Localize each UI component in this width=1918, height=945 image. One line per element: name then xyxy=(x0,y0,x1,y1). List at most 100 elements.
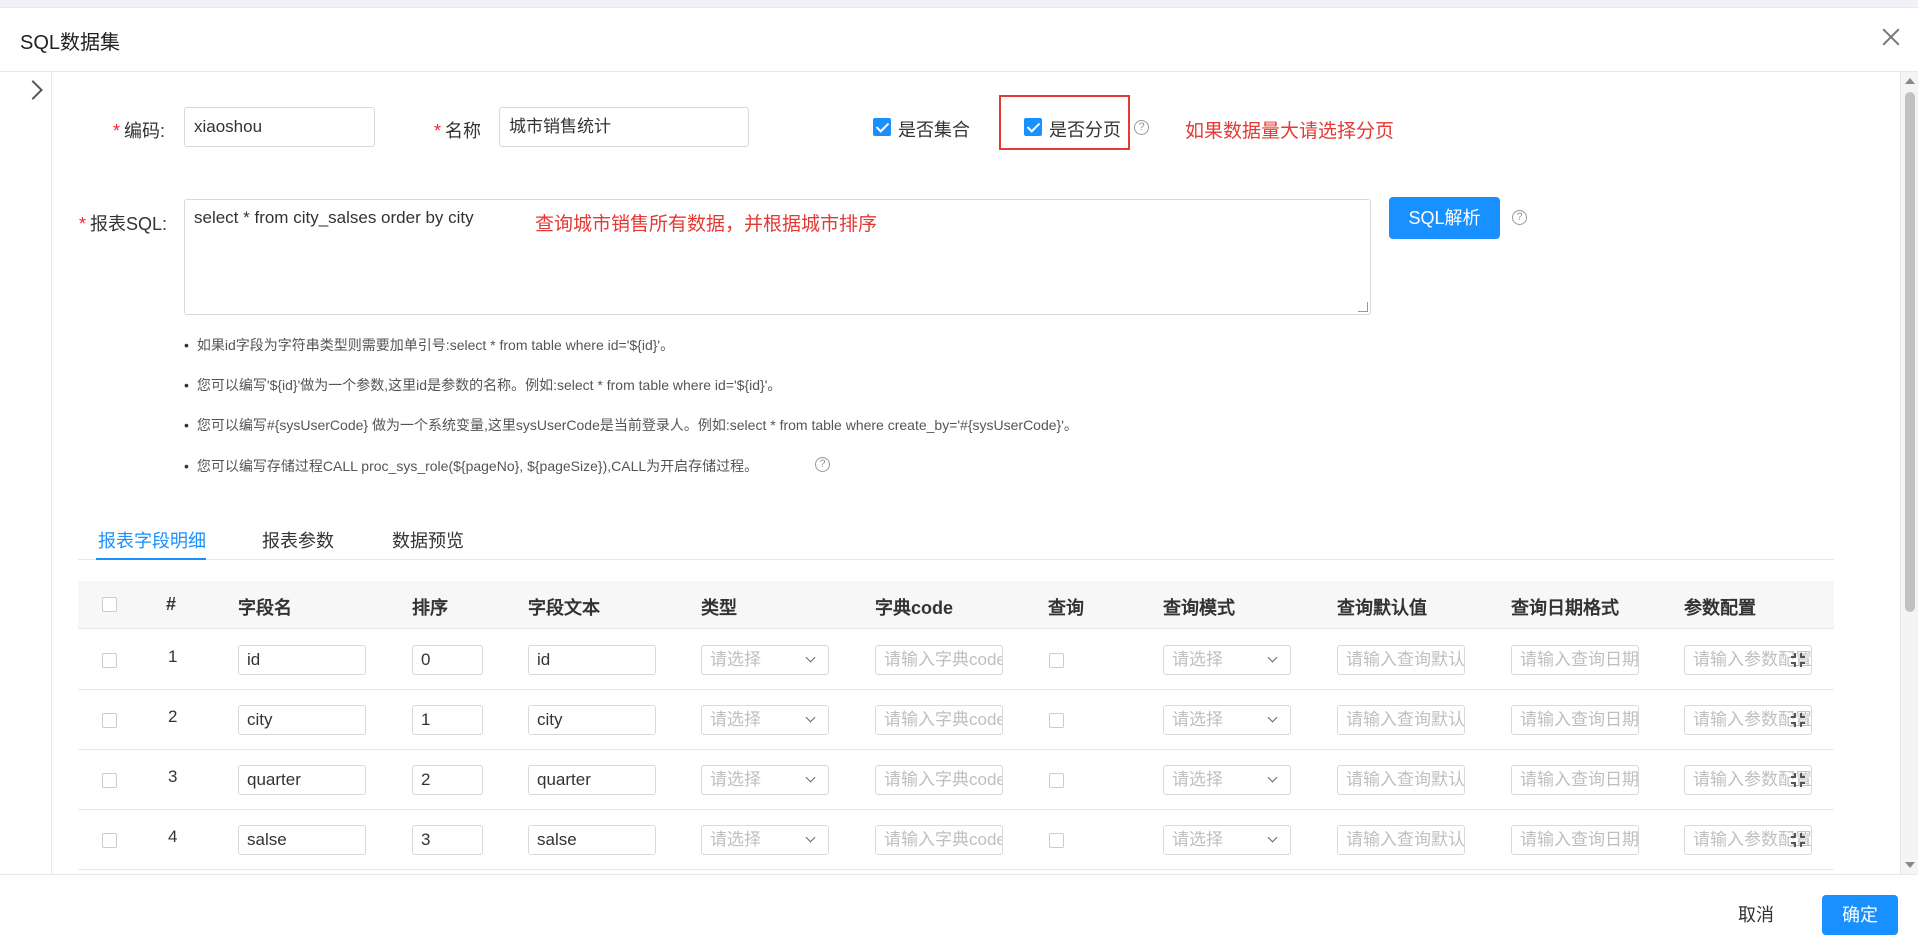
row-checkbox[interactable] xyxy=(102,773,117,788)
sql-label: * 报表SQL: xyxy=(79,214,168,234)
row-number: 1 xyxy=(168,647,178,666)
query-default-input[interactable]: 请输入查询默认值 xyxy=(1337,825,1465,855)
date-format-input[interactable]: 请输入查询日期格式 xyxy=(1511,645,1639,675)
help-icon[interactable]: ? xyxy=(1512,210,1527,225)
field-text-input[interactable]: city xyxy=(528,705,656,735)
dialog-header: SQL数据集 xyxy=(0,8,1918,72)
query-checkbox[interactable] xyxy=(1049,653,1064,668)
help-icon[interactable]: ? xyxy=(1134,120,1149,135)
field-name-input[interactable]: city xyxy=(238,705,366,735)
scroll-up-icon[interactable] xyxy=(1905,78,1915,84)
dict-code-input[interactable]: 请输入字典code xyxy=(875,645,1003,675)
is-collection-checkbox[interactable] xyxy=(873,118,891,136)
query-default-input[interactable]: 请输入查询默认值 xyxy=(1337,705,1465,735)
param-config-input[interactable]: 请输入参数配置 xyxy=(1684,765,1812,795)
confirm-button[interactable]: 确定 xyxy=(1822,895,1898,935)
chevron-down-icon xyxy=(805,652,816,663)
param-config-input[interactable]: 请输入参数配置 xyxy=(1684,825,1812,855)
type-select[interactable]: 请选择 xyxy=(701,825,829,855)
sql-annotation: 查询城市销售所有数据，并根据城市排序 xyxy=(535,214,878,235)
is-collection-label: 是否集合 xyxy=(898,120,970,140)
table-row: 1 id 0 id 请选择 请输入字典code 请选择 请输入查询默认值 请输入查询日期格式 请输… xyxy=(78,630,1834,690)
row-checkbox[interactable] xyxy=(102,653,117,668)
close-icon[interactable] xyxy=(1880,26,1902,48)
row-checkbox[interactable] xyxy=(102,713,117,728)
dict-code-input[interactable]: 请输入字典code xyxy=(875,765,1003,795)
field-text-input[interactable]: quarter xyxy=(528,765,656,795)
table-header: # 字段名 排序 字段文本 类型 字典code 查询 查询模式 查询默认值 查询… xyxy=(78,581,1834,629)
query-mode-select[interactable]: 请选择 xyxy=(1163,645,1291,675)
type-placeholder: 请选择 xyxy=(710,830,761,849)
scrollbar-thumb[interactable] xyxy=(1905,92,1915,612)
date-format-input[interactable]: 请输入查询日期格式 xyxy=(1511,825,1639,855)
field-text-input[interactable]: salse xyxy=(528,825,656,855)
col-header: 查询 xyxy=(1048,598,1084,618)
field-name-input[interactable]: id xyxy=(238,645,366,675)
dict-code-input[interactable]: 请输入字典code xyxy=(875,825,1003,855)
is-paging-checkbox[interactable] xyxy=(1024,118,1042,136)
order-input[interactable]: 3 xyxy=(412,825,483,855)
date-format-input[interactable]: 请输入查询日期格式 xyxy=(1511,705,1639,735)
resize-grip-icon[interactable] xyxy=(1358,302,1368,312)
param-config-input[interactable]: 请输入参数配置 xyxy=(1684,705,1812,735)
query-default-input[interactable]: 请输入查询默认值 xyxy=(1337,645,1465,675)
expand-icon[interactable] xyxy=(1791,713,1805,727)
query-mode-select[interactable]: 请选择 xyxy=(1163,765,1291,795)
col-header: 类型 xyxy=(701,598,737,618)
query-checkbox[interactable] xyxy=(1049,833,1064,848)
type-select[interactable]: 请选择 xyxy=(701,705,829,735)
query-default-input[interactable]: 请输入查询默认值 xyxy=(1337,765,1465,795)
field-text-input[interactable]: id xyxy=(528,645,656,675)
date-format-placeholder: 请输入查询日期格式 xyxy=(1520,710,1639,729)
expand-icon[interactable] xyxy=(1791,653,1805,667)
tip-item: 您可以编写#{sysUserCode} 做为一个系统变量,这里sysUserCo… xyxy=(184,415,1078,435)
col-header: 参数配置 xyxy=(1684,598,1756,618)
name-input[interactable]: 城市销售统计 xyxy=(499,107,749,147)
top-strip xyxy=(0,0,1918,8)
row-number: 4 xyxy=(168,827,178,846)
table-row: 2 city 1 city 请选择 请输入字典code 请选择 请输入查询默认值 请输入查询日期… xyxy=(78,690,1834,750)
cancel-button[interactable]: 取消 xyxy=(1738,901,1774,927)
row-number: 3 xyxy=(168,767,178,786)
tab-data-preview[interactable]: 数据预览 xyxy=(392,527,464,553)
expand-icon[interactable] xyxy=(1791,833,1805,847)
chevron-down-icon xyxy=(1267,772,1278,783)
side-collapse-panel xyxy=(0,72,52,874)
query-mode-select[interactable]: 请选择 xyxy=(1163,825,1291,855)
dict-code-input[interactable]: 请输入字典code xyxy=(875,705,1003,735)
mode-placeholder: 请选择 xyxy=(1172,650,1223,669)
query-checkbox[interactable] xyxy=(1049,773,1064,788)
default-placeholder: 请输入查询默认值 xyxy=(1346,710,1465,729)
order-input[interactable]: 0 xyxy=(412,645,483,675)
order-input[interactable]: 1 xyxy=(412,705,483,735)
tab-report-params[interactable]: 报表参数 xyxy=(262,527,334,553)
col-header: 字段名 xyxy=(238,598,292,618)
type-select[interactable]: 请选择 xyxy=(701,645,829,675)
expand-icon[interactable] xyxy=(1791,773,1805,787)
chevron-down-icon xyxy=(805,832,816,843)
dict-placeholder: 请输入字典code xyxy=(884,710,1003,729)
tip-item: 您可以编写存储过程CALL proc_sys_role(${pageNo}, $… xyxy=(184,456,758,476)
table-row: 4 salse 3 salse 请选择 请输入字典code 请选择 请输入查询默认值 请输入查询… xyxy=(78,810,1834,870)
order-input[interactable]: 2 xyxy=(412,765,483,795)
name-label: * 名称 xyxy=(434,121,482,141)
date-format-input[interactable]: 请输入查询日期格式 xyxy=(1511,765,1639,795)
chevron-down-icon xyxy=(805,712,816,723)
sql-parse-button[interactable]: SQL解析 xyxy=(1389,197,1500,239)
code-input[interactable]: xiaoshou xyxy=(184,107,375,147)
type-select[interactable]: 请选择 xyxy=(701,765,829,795)
field-name-input[interactable]: salse xyxy=(238,825,366,855)
param-config-input[interactable]: 请输入参数配置 xyxy=(1684,645,1812,675)
help-icon[interactable]: ? xyxy=(815,457,830,472)
dict-placeholder: 请输入字典code xyxy=(884,830,1003,849)
select-all-checkbox[interactable] xyxy=(102,597,117,612)
scroll-down-icon[interactable] xyxy=(1905,862,1915,868)
vertical-scrollbar[interactable] xyxy=(1900,72,1918,874)
default-placeholder: 请输入查询默认值 xyxy=(1346,650,1465,669)
query-mode-select[interactable]: 请选择 xyxy=(1163,705,1291,735)
field-name-input[interactable]: quarter xyxy=(238,765,366,795)
chevron-right-icon[interactable] xyxy=(23,80,43,100)
query-checkbox[interactable] xyxy=(1049,713,1064,728)
row-checkbox[interactable] xyxy=(102,833,117,848)
tab-field-details[interactable]: 报表字段明细 xyxy=(98,527,206,553)
